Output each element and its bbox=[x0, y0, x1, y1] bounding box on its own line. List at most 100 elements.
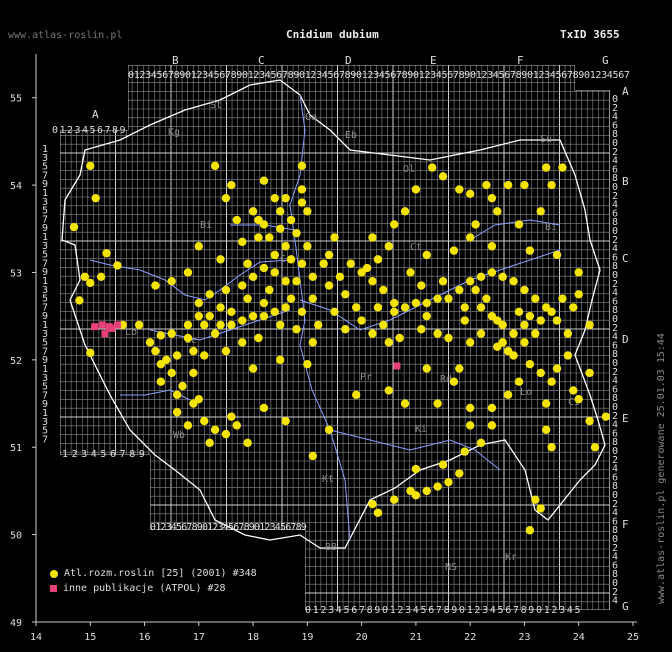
occurrence-point bbox=[210, 329, 220, 338]
occurrence-point bbox=[151, 281, 160, 290]
occurrence-point bbox=[552, 250, 562, 260]
occurrence-point bbox=[390, 298, 399, 308]
grid-digit-bottom: 2 bbox=[551, 605, 557, 616]
occurrence-point bbox=[487, 421, 497, 430]
occurrence-point bbox=[259, 298, 269, 308]
occurrence-point bbox=[297, 259, 307, 268]
x-tick-label: 19 bbox=[301, 632, 313, 643]
occurrence-point bbox=[238, 237, 247, 247]
grid-row-letter: G bbox=[622, 600, 629, 613]
occurrence-point bbox=[303, 360, 312, 369]
grid-digit-bottom: 9 bbox=[301, 522, 307, 533]
occurrence-point bbox=[91, 193, 100, 203]
atpol-record-point bbox=[101, 330, 109, 338]
grid-row-letter: E bbox=[622, 412, 629, 425]
atpol-cell-label: Ki bbox=[415, 424, 427, 435]
occurrence-point bbox=[221, 285, 231, 295]
atpol-cell-label: Kg bbox=[168, 127, 180, 138]
legend-item-atpol: inne publikacje (ATPOL) #28 bbox=[50, 583, 226, 594]
occurrence-point bbox=[487, 403, 497, 413]
occurrence-point bbox=[514, 307, 524, 316]
occurrence-point bbox=[216, 303, 225, 312]
occurrence-point bbox=[406, 268, 415, 277]
occurrence-point bbox=[520, 285, 529, 295]
occurrence-point bbox=[449, 377, 459, 386]
occurrence-point bbox=[167, 277, 176, 286]
x-tick-label: 24 bbox=[573, 632, 585, 643]
occurrence-point bbox=[574, 394, 583, 404]
grid-digit-bottom: 2 bbox=[72, 449, 78, 460]
occurrence-point bbox=[493, 207, 502, 216]
grid-digit-top: 4 bbox=[82, 125, 88, 136]
occurrence-point bbox=[156, 377, 166, 386]
grid-digit-bottom: 5 bbox=[344, 605, 350, 616]
occurrence-point bbox=[259, 311, 269, 321]
grid-row-letter: C bbox=[622, 252, 629, 265]
occurrence-point bbox=[390, 220, 399, 229]
occurrence-point bbox=[227, 412, 236, 421]
occurrence-point bbox=[411, 298, 421, 308]
occurrence-point bbox=[194, 242, 204, 251]
grid-digit-bottom: 1 bbox=[467, 605, 473, 616]
atpol-cell-label: Ol bbox=[403, 164, 415, 175]
map-canvas: StKgGaEbSuOlBiBiCtCeLeLoPrRdLbCiWbKiKtBB… bbox=[10, 54, 639, 643]
occurrence-point bbox=[455, 364, 464, 373]
occurrence-point bbox=[281, 242, 290, 251]
occurrence-point bbox=[547, 180, 556, 190]
occurrence-point bbox=[254, 233, 263, 242]
occurrence-point bbox=[465, 189, 475, 199]
occurrence-point bbox=[189, 346, 198, 356]
occurrence-point bbox=[156, 331, 166, 340]
occurrence-point bbox=[400, 303, 410, 312]
occurrence-point bbox=[259, 263, 269, 273]
grid-digit-bottom: 3 bbox=[328, 605, 334, 616]
occurrence-point bbox=[417, 281, 426, 290]
legend-label-atlas: Atl.rozm.roslin [25] (2001) #348 bbox=[64, 568, 257, 579]
x-tick-label: 21 bbox=[410, 632, 422, 643]
y-tick-label: 50 bbox=[10, 531, 22, 542]
occurrence-point bbox=[259, 176, 269, 185]
occurrence-point bbox=[276, 320, 285, 330]
occurrence-point bbox=[292, 325, 301, 334]
grid-digit-bottom: 5 bbox=[100, 449, 106, 460]
occurrence-point bbox=[531, 495, 540, 504]
occurrence-point bbox=[384, 242, 393, 251]
occurrence-point bbox=[102, 249, 111, 258]
grid-digit-bottom: 8 bbox=[521, 605, 527, 616]
occurrence-point bbox=[569, 303, 578, 312]
atpol-cell-label: BB bbox=[325, 542, 337, 553]
occurrence-point bbox=[541, 425, 551, 434]
occurrence-point bbox=[503, 180, 513, 190]
occurrence-point bbox=[465, 421, 475, 430]
occurrence-point bbox=[471, 220, 480, 229]
occurrence-point bbox=[422, 486, 431, 496]
occurrence-point bbox=[438, 277, 448, 286]
occurrence-point bbox=[286, 294, 296, 303]
atpol-cell-label: Ct bbox=[410, 242, 422, 253]
occurrence-point bbox=[373, 508, 383, 517]
atpol-cell-label: Ga bbox=[305, 112, 317, 123]
occurrence-point bbox=[373, 303, 383, 312]
atpol-record-point bbox=[91, 323, 99, 331]
occurrence-point bbox=[238, 338, 247, 347]
legend-square-icon bbox=[50, 585, 57, 592]
occurrence-point bbox=[324, 425, 334, 434]
grid-digit-bottom: 5 bbox=[575, 605, 581, 616]
atpol-cell-label: St bbox=[210, 100, 222, 111]
occurrence-point bbox=[297, 198, 307, 207]
x-tick-label: 20 bbox=[356, 632, 368, 643]
atpol-cell-label: Bi bbox=[200, 220, 212, 231]
occurrence-point bbox=[460, 303, 469, 312]
occurrence-point bbox=[417, 325, 426, 334]
occurrence-point bbox=[227, 320, 236, 330]
occurrence-point bbox=[552, 364, 562, 373]
occurrence-point bbox=[270, 250, 279, 260]
grid-digit-top: 3 bbox=[75, 125, 81, 136]
grid-digit-top: 8 bbox=[112, 125, 118, 136]
occurrence-point bbox=[368, 329, 377, 338]
grid-digit-bottom: 0 bbox=[382, 605, 388, 616]
occurrence-point bbox=[281, 416, 290, 426]
occurrence-point bbox=[156, 360, 166, 369]
occurrence-point bbox=[536, 207, 545, 216]
occurrence-point bbox=[227, 307, 236, 316]
